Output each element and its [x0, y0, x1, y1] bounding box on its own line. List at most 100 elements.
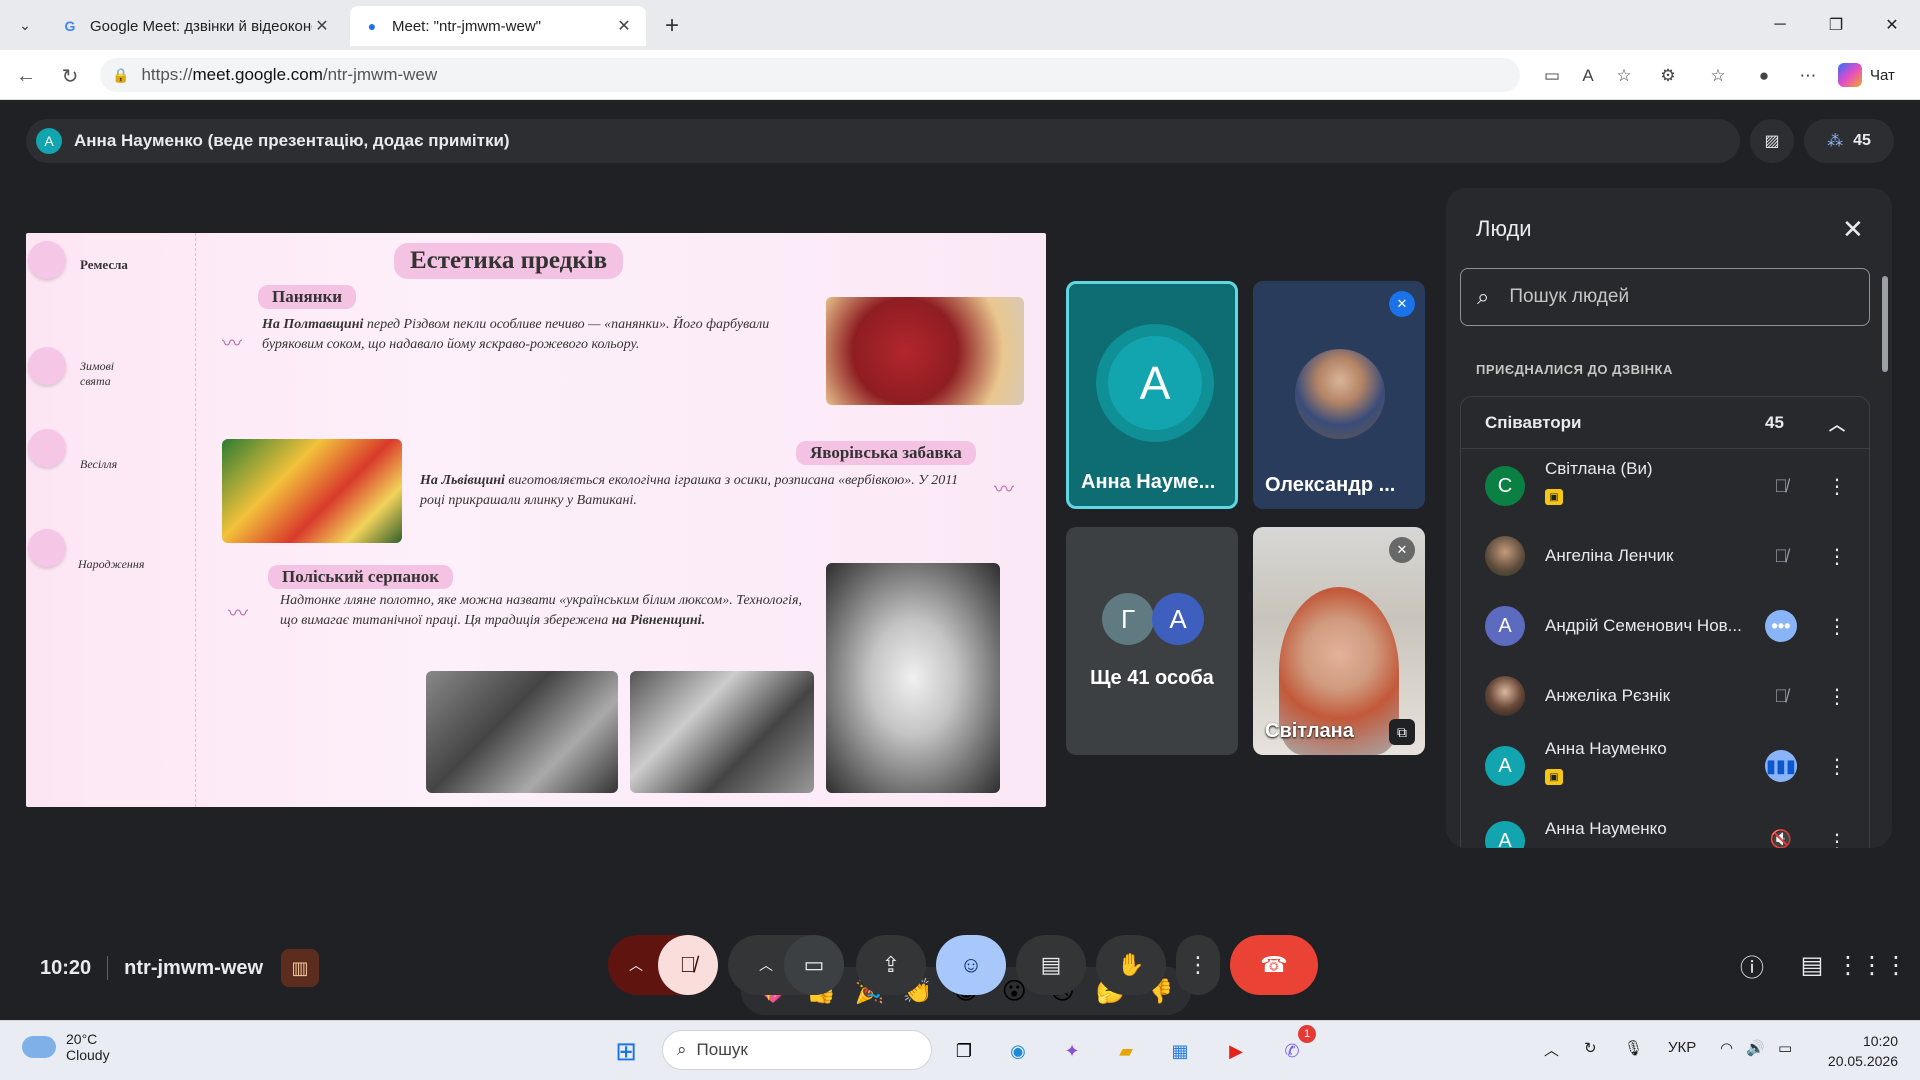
pip-icon[interactable]: ⧉ [1389, 719, 1415, 745]
group-header[interactable]: Співавтори 45 ︿ [1461, 397, 1869, 449]
taskbar-search[interactable]: ⌕ Пошук [662, 1030, 932, 1070]
address-toolbar: ← ↻ 🔒 https://meet.google.com/ntr-jmwm-w… [0, 50, 1920, 100]
close-panel-icon[interactable]: ✕ [1842, 214, 1864, 245]
more-options-icon[interactable]: ⋮ [1827, 544, 1847, 569]
chevron-up-icon[interactable]: ︿ [1829, 411, 1845, 435]
person-row[interactable]: А Анна Науменко 🔇 ⋮ [1461, 791, 1869, 848]
activities-button[interactable]: ⋮⋮⋮ [1836, 945, 1908, 985]
person-name: Андрій Семенович Нов... [1545, 616, 1742, 635]
participant-photo [1295, 349, 1385, 439]
tile-speaker[interactable]: А Анна Науме... [1066, 281, 1238, 509]
maximize-button[interactable]: ❐ [1808, 0, 1864, 50]
person-row[interactable]: А Андрій Семенович Нов... ••• ⋮ [1461, 591, 1869, 661]
reload-button[interactable]: ↻ [56, 62, 84, 90]
group-count: 45 [1765, 412, 1784, 432]
copilot-app-icon[interactable]: ✦ [1056, 1035, 1088, 1067]
more-options-icon[interactable]: ⋮ [1827, 614, 1847, 639]
mic-toggle-button[interactable]: 🎙̸ [658, 935, 718, 995]
language-indicator[interactable]: УКР [1668, 1039, 1696, 1056]
tile-participant[interactable]: ✕ Олександр ... [1253, 281, 1425, 509]
viber-icon[interactable]: ✆ 1 [1276, 1025, 1316, 1067]
sync-icon[interactable]: ↻ [1584, 1039, 1597, 1057]
more-options-icon[interactable]: ⋮ [1827, 754, 1847, 779]
others-avatar: А [1152, 593, 1204, 645]
minimize-button[interactable]: ─ [1752, 0, 1808, 50]
presenter-text: Анна Науменко (веде презентацію, додає п… [74, 131, 510, 150]
new-tab-button[interactable]: + [658, 12, 686, 40]
people-panel: Люди ✕ ⌕ Пошук людей ПРИЄДНАЛИСЯ ДО ДЗВІ… [1446, 188, 1892, 848]
host-controls-icon[interactable]: ▥ [281, 949, 320, 987]
leave-call-button[interactable]: ☎ [1230, 935, 1318, 995]
system-clock[interactable]: 10:20 20.05.2026 [1826, 1031, 1898, 1071]
copilot-chat-button[interactable]: Чат [1838, 63, 1895, 87]
show-hidden-icons[interactable]: ︿ [1544, 1039, 1559, 1060]
person-row[interactable]: С Світлана (Ви) ▣ 🎙̸ ⋮ [1461, 451, 1869, 521]
sidebar-label: Ремесла [80, 257, 128, 272]
favorite-star-icon[interactable]: ☆ [1612, 64, 1636, 88]
mic-off-icon[interactable]: 🎙̸ [1765, 470, 1797, 502]
meeting-details-button[interactable]: ⓘ [1732, 945, 1772, 985]
present-icon: ⇪ [881, 952, 901, 977]
panel-scrollbar[interactable] [1882, 276, 1888, 372]
more-options-button[interactable]: ⋮ [1176, 935, 1220, 995]
volume-icon[interactable]: 🔊 [1746, 1039, 1765, 1057]
task-view-icon[interactable]: ❐ [948, 1035, 980, 1067]
tab-google-meet[interactable]: G Google Meet: дзвінки й відеоконф ✕ [48, 6, 344, 46]
close-tab-icon[interactable]: ✕ [614, 16, 634, 36]
presenter-bar: А Анна Науменко (веде презентацію, додає… [26, 119, 1740, 163]
address-bar[interactable]: 🔒 https://meet.google.com/ntr-jmwm-wew [100, 58, 1520, 92]
search-people-input[interactable]: ⌕ Пошук людей [1460, 268, 1870, 326]
person-avatar: А [1485, 821, 1525, 848]
mic-off-icon[interactable]: 🎙̸ [1765, 540, 1797, 572]
raise-hand-button[interactable]: ✋ [1096, 935, 1166, 995]
more-options-icon[interactable]: ⋮ [1827, 474, 1847, 499]
swirl-decoration-icon: 〰 [228, 603, 248, 625]
close-window-button[interactable]: ✕ [1864, 0, 1920, 50]
favorites-icon[interactable]: ☆ [1706, 64, 1730, 88]
youtube-icon[interactable]: ▶ [1220, 1035, 1252, 1067]
tab-meet-call[interactable]: ● Meet: "ntr-jmwm-wew" ✕ [350, 6, 646, 46]
extensions-icon[interactable]: ⚙ [1656, 64, 1680, 88]
sidebar-label: Весілля [80, 457, 118, 471]
person-row[interactable]: Ангеліна Ленчик 🎙̸ ⋮ [1461, 521, 1869, 591]
camera-toggle-button[interactable]: ▭ [784, 935, 844, 995]
weaving-photo-2 [630, 671, 814, 793]
weather-widget[interactable]: 20°C Cloudy [22, 1031, 110, 1063]
person-avatar [1485, 536, 1525, 576]
tab-actions-menu[interactable]: ⌄ [10, 10, 40, 40]
microphone-icon[interactable]: 🎙 [1624, 1039, 1643, 1057]
speaker-off-icon[interactable]: 🔇 [1765, 823, 1797, 849]
edge-browser-icon[interactable]: ◉ [1002, 1035, 1034, 1067]
camera-in-use-icon[interactable]: ▭ [1540, 64, 1564, 88]
chevron-up-icon: ︿ [629, 957, 643, 973]
file-explorer-icon[interactable]: ▰ [1110, 1035, 1142, 1067]
more-options-icon[interactable]: ⋮ [1827, 829, 1847, 848]
profile-avatar-icon[interactable]: ● [1752, 64, 1776, 88]
hide-presentation-button[interactable]: ▨ [1750, 119, 1794, 163]
tab-title: Meet: "ntr-jmwm-wew" [392, 17, 541, 35]
reactions-button[interactable]: ☺ [936, 935, 1006, 995]
mic-off-icon[interactable]: 🎙̸ [1765, 680, 1797, 712]
person-row[interactable]: Анжеліка Рєзнік 🎙̸ ⋮ [1461, 661, 1869, 731]
battery-icon[interactable]: ▭ [1778, 1039, 1792, 1057]
start-windows-icon[interactable]: ⊞ [610, 1035, 642, 1067]
back-button[interactable]: ← [12, 62, 40, 90]
section-text-polissia: Надтонке лляне полотно, яке можна назват… [280, 591, 802, 631]
more-options-icon[interactable]: ⋮ [1827, 684, 1847, 709]
swirl-decoration-icon: 〰 [994, 479, 1014, 501]
participants-count-button[interactable]: ⁂ 45 [1804, 119, 1894, 163]
captions-button[interactable]: ▤ [1016, 935, 1086, 995]
meet-stage: А Анна Науменко (веде презентацію, додає… [6, 101, 1914, 1015]
wifi-icon[interactable]: ◠ [1720, 1039, 1733, 1057]
apps-grid-icon: ⋮⋮⋮ [1836, 951, 1908, 979]
section-title-panyanky: Панянки [258, 285, 357, 309]
present-screen-button[interactable]: ⇪ [856, 935, 926, 995]
tile-self[interactable]: ✕ Світлана ⧉ [1253, 527, 1425, 755]
store-icon[interactable]: ▦ [1164, 1035, 1196, 1067]
close-tab-icon[interactable]: ✕ [312, 16, 332, 36]
meet-icon: ● [367, 18, 377, 34]
read-aloud-icon[interactable]: A [1576, 64, 1600, 88]
chat-button[interactable]: ▤ [1792, 945, 1832, 985]
more-menu-icon[interactable]: ⋯ [1796, 64, 1820, 88]
tile-others[interactable]: Г А Ще 41 особа [1066, 527, 1238, 755]
